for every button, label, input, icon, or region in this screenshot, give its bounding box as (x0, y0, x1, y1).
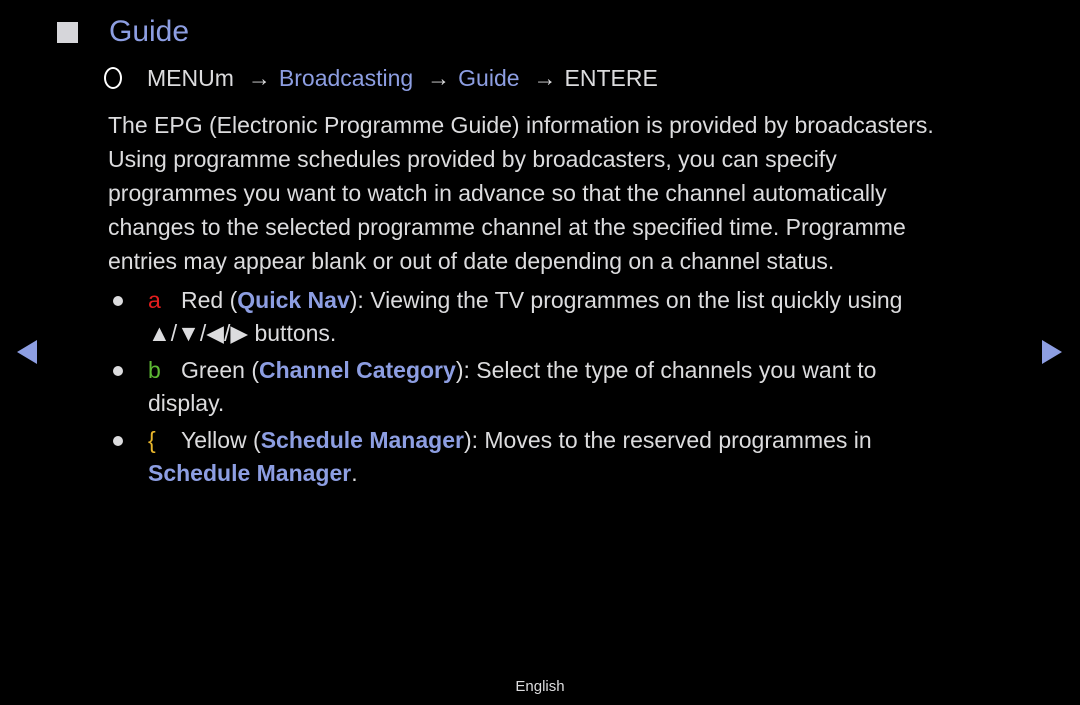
arrow-right-icon: → (427, 65, 451, 91)
description-line: The EPG (Electronic Programme Guide) inf… (108, 112, 934, 138)
description-line: programmes you want to watch in advance … (108, 180, 887, 206)
feature-description: ): Moves to the reserved programmes in (463, 427, 872, 453)
arrow-right-icon: → (533, 65, 557, 91)
description-line: changes to the selected programme channe… (108, 214, 906, 240)
description-line: entries may appear blank or out of date … (108, 248, 835, 274)
yellow-button-icon: { (148, 427, 156, 453)
bullet-icon (113, 296, 123, 306)
schedule-manager-reference: Schedule Manager (148, 460, 352, 486)
list-item-yellow-schedule-manager: {Yellow (Schedule Manager): Moves to the… (108, 424, 1008, 490)
circle-o-icon (104, 67, 122, 89)
feature-name-channel-category: Channel Category (258, 357, 456, 383)
description-paragraph: The EPG (Electronic Programme Guide) inf… (108, 108, 1028, 278)
page-header: Guide (57, 12, 189, 52)
list-item-line: a Red (Quick Nav): Viewing the TV program… (148, 284, 1008, 317)
triangle-left-icon[interactable] (17, 340, 37, 364)
list-item-green-channel-category: b Green (Channel Category): Select the ty… (108, 354, 1008, 420)
list-item-line: { Yellow (Schedule Manager): Moves to the… (148, 424, 1008, 457)
feature-name-schedule-manager: Schedule Manager (260, 427, 464, 453)
bullet-icon (113, 436, 123, 446)
red-button-icon: a (148, 287, 161, 313)
list-item-line: b Green (Channel Category): Select the ty… (148, 354, 1008, 387)
list-item-red-quick-nav: a Red (Quick Nav): Viewing the TV program… (108, 284, 1008, 350)
page-title: Guide (109, 15, 190, 48)
arrow-right-icon: → (247, 65, 271, 91)
list-item-line: ▲/▼/◀/▶ buttons. (148, 320, 337, 346)
list-item-line: Schedule Manager. (148, 457, 1008, 490)
enter-button-label: ENTERE (565, 62, 658, 94)
menu-button-label: MENUm (147, 62, 234, 94)
language-label: English (515, 678, 565, 695)
triangle-right-icon[interactable] (1042, 340, 1062, 364)
description-line: Using programme schedules provided by br… (108, 146, 837, 172)
color-name: Yellow ( (181, 427, 261, 453)
feature-description: ): Select the type of channels you want … (455, 357, 877, 383)
square-icon (57, 21, 78, 43)
feature-description: ): Viewing the TV programmes on the list… (349, 287, 903, 313)
menu-label: MENU (147, 65, 215, 91)
bullet-icon (113, 366, 123, 376)
color-name: Green ( (181, 357, 259, 383)
enter-key-glyph: E (642, 65, 658, 91)
green-button-icon: b (148, 357, 161, 383)
feature-name-quick-nav: Quick Nav (237, 287, 350, 313)
menu-key-glyph: m (214, 65, 234, 91)
menu-path: MENUm → Broadcasting → Guide → ENTERE (104, 62, 658, 94)
enter-label: ENTER (564, 65, 643, 91)
color-key-list: a Red (Quick Nav): Viewing the TV program… (108, 284, 1008, 494)
sentence-end: . (351, 460, 358, 486)
path-step-guide: Guide (458, 65, 520, 91)
list-item-line: display. (148, 390, 225, 416)
path-step-broadcasting: Broadcasting (278, 65, 414, 91)
color-name: Red ( (181, 287, 238, 313)
